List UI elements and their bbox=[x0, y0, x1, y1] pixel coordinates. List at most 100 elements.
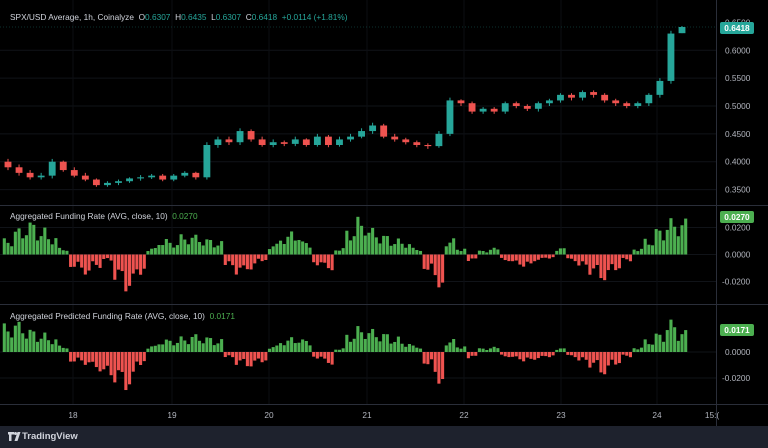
predicted-bar[interactable] bbox=[28, 329, 32, 352]
predicted-bar[interactable] bbox=[603, 352, 607, 375]
predicted-bar[interactable] bbox=[665, 330, 669, 352]
candle-body[interactable] bbox=[358, 131, 365, 137]
predicted-bar[interactable] bbox=[654, 333, 658, 352]
funding-bar[interactable] bbox=[161, 245, 165, 255]
funding-bar[interactable] bbox=[39, 236, 43, 255]
candle-body[interactable] bbox=[468, 103, 476, 112]
funding-bar[interactable] bbox=[10, 246, 14, 255]
predicted-bar[interactable] bbox=[673, 327, 677, 352]
predicted-bar[interactable] bbox=[558, 348, 563, 352]
predicted-bar[interactable] bbox=[588, 352, 592, 368]
funding-bar[interactable] bbox=[382, 235, 386, 255]
funding-bar[interactable] bbox=[223, 254, 227, 265]
funding-bar[interactable] bbox=[238, 254, 242, 268]
predicted-bar[interactable] bbox=[220, 339, 224, 352]
funding-bar[interactable] bbox=[673, 226, 677, 255]
predicted-bar[interactable] bbox=[231, 352, 235, 358]
funding-bar[interactable] bbox=[153, 248, 157, 255]
funding-bar[interactable] bbox=[514, 254, 518, 261]
funding-bar[interactable] bbox=[315, 254, 319, 266]
funding-bar[interactable] bbox=[522, 254, 526, 267]
predicted-bar[interactable] bbox=[116, 352, 121, 371]
candle-body[interactable] bbox=[313, 136, 321, 145]
predicted-bar[interactable] bbox=[481, 348, 485, 352]
predicted-bar[interactable] bbox=[348, 341, 353, 352]
funding-bar[interactable] bbox=[621, 254, 625, 258]
predicted-bar[interactable] bbox=[581, 352, 585, 358]
predicted-bar[interactable] bbox=[183, 340, 187, 352]
funding-bar[interactable] bbox=[625, 254, 629, 260]
predicted-bar[interactable] bbox=[65, 348, 69, 352]
predicted-bar[interactable] bbox=[492, 346, 496, 352]
funding-bar[interactable] bbox=[352, 236, 356, 255]
funding-bar[interactable] bbox=[452, 238, 456, 255]
funding-bar[interactable] bbox=[253, 254, 257, 264]
funding-bar[interactable] bbox=[474, 254, 478, 259]
funding-bar[interactable] bbox=[205, 239, 209, 255]
funding-bar[interactable] bbox=[179, 234, 183, 255]
predicted-bar[interactable] bbox=[17, 321, 21, 352]
predicted-bar[interactable] bbox=[404, 346, 408, 352]
predicted-bar[interactable] bbox=[212, 345, 216, 352]
funding-bar[interactable] bbox=[662, 240, 666, 255]
predicted-bar[interactable] bbox=[337, 349, 342, 352]
funding-bar[interactable] bbox=[448, 242, 452, 255]
funding-bar[interactable] bbox=[69, 254, 73, 267]
predicted-bar[interactable] bbox=[186, 344, 191, 352]
candle-body[interactable] bbox=[15, 167, 23, 173]
predicted-bar[interactable] bbox=[256, 352, 260, 359]
predicted-bar[interactable] bbox=[371, 328, 375, 352]
candle-body[interactable] bbox=[457, 100, 465, 104]
predicted-bar[interactable] bbox=[249, 352, 253, 367]
funding-bar[interactable] bbox=[503, 254, 507, 261]
funding-bar[interactable] bbox=[481, 250, 485, 255]
funding-bar[interactable] bbox=[617, 254, 621, 269]
predicted-bar[interactable] bbox=[610, 352, 614, 360]
funding-bar[interactable] bbox=[599, 254, 603, 279]
predicted-bar[interactable] bbox=[411, 345, 415, 352]
candle-body[interactable] bbox=[391, 136, 399, 140]
funding-bar[interactable] bbox=[606, 254, 610, 271]
predicted-bar[interactable] bbox=[227, 352, 231, 356]
predicted-bar[interactable] bbox=[120, 352, 124, 372]
funding-bar[interactable] bbox=[345, 230, 349, 255]
predicted-bar[interactable] bbox=[216, 343, 220, 352]
predicted-bar[interactable] bbox=[470, 352, 474, 356]
funding-bar[interactable] bbox=[389, 245, 393, 255]
candle-body[interactable] bbox=[601, 94, 609, 101]
predicted-bar[interactable] bbox=[525, 352, 529, 358]
candle-body[interactable] bbox=[645, 94, 653, 104]
predicted-bar[interactable] bbox=[577, 352, 581, 361]
predicted-bar[interactable] bbox=[69, 352, 73, 362]
predicted-bar[interactable] bbox=[201, 343, 205, 352]
candle-body[interactable] bbox=[369, 125, 377, 132]
predicted-bar[interactable] bbox=[378, 341, 382, 352]
predicted-bar[interactable] bbox=[35, 341, 40, 352]
predicted-bar[interactable] bbox=[10, 337, 14, 352]
predicted-bar[interactable] bbox=[551, 352, 555, 356]
candle-body[interactable] bbox=[104, 182, 111, 186]
funding-bar[interactable] bbox=[17, 228, 21, 255]
funding-bar[interactable] bbox=[190, 237, 194, 255]
predicted-bar[interactable] bbox=[264, 352, 268, 361]
funding-bar[interactable] bbox=[430, 254, 434, 264]
predicted-bar[interactable] bbox=[24, 338, 28, 352]
predicted-bar[interactable] bbox=[459, 348, 463, 352]
funding-bar[interactable] bbox=[356, 216, 360, 255]
funding-bar[interactable] bbox=[455, 249, 459, 255]
funding-bar[interactable] bbox=[135, 254, 139, 270]
predicted-bar[interactable] bbox=[308, 345, 312, 352]
predicted-bar[interactable] bbox=[625, 352, 629, 356]
funding-bar[interactable] bbox=[24, 235, 28, 255]
funding-bar[interactable] bbox=[411, 247, 415, 255]
candle-body[interactable] bbox=[347, 136, 354, 140]
predicted-bar[interactable] bbox=[61, 347, 65, 352]
predicted-bar[interactable] bbox=[282, 345, 286, 352]
predicted-bar[interactable] bbox=[175, 342, 179, 352]
predicted-bar[interactable] bbox=[109, 352, 113, 376]
predicted-bar[interactable] bbox=[650, 344, 655, 352]
candle-body[interactable] bbox=[678, 26, 686, 34]
predicted-bar[interactable] bbox=[102, 352, 106, 370]
predicted-bar[interactable] bbox=[485, 349, 489, 352]
candle-body[interactable] bbox=[269, 142, 277, 145]
